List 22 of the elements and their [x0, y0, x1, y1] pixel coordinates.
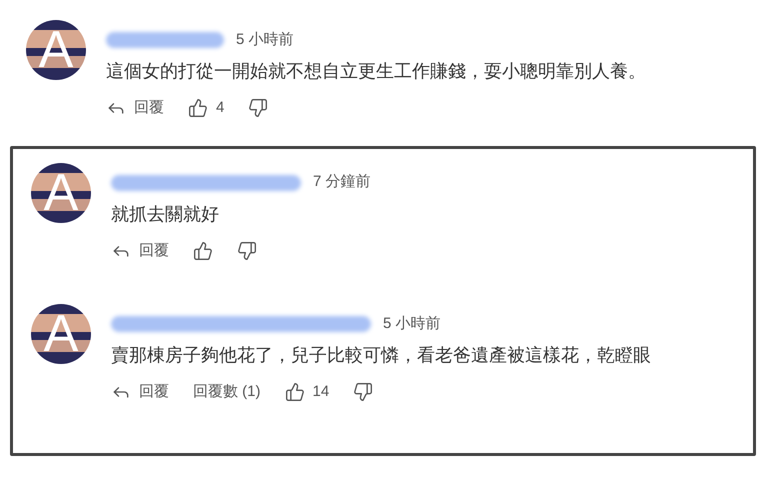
thumbs-up-icon: [284, 382, 304, 402]
comment-text: 這個女的打從一開始就不想自立更生工作賺錢，耍小聰明靠別人養。: [106, 60, 646, 83]
dislike-button[interactable]: [353, 382, 374, 402]
thumbs-up-icon: [188, 98, 208, 118]
thumbs-down-icon: [237, 240, 257, 261]
comment-text: 就抓去關就好: [111, 202, 220, 226]
comment-text: 賣那棟房子夠他花了，兒子比較可憐，看老爸遺產被這樣花，乾瞪眼: [111, 344, 651, 367]
timestamp: 5 小時前: [383, 314, 441, 334]
dislike-button[interactable]: [248, 98, 268, 118]
thumbs-down-icon: [353, 382, 374, 402]
replies-count-button[interactable]: 回覆數 (1): [193, 381, 260, 404]
reply-button[interactable]: 回覆: [111, 240, 169, 262]
like-button[interactable]: 4: [188, 97, 224, 120]
like-button[interactable]: [193, 240, 213, 261]
like-button[interactable]: 14: [284, 381, 330, 404]
timestamp: 5 小時前: [236, 30, 294, 50]
reply-button[interactable]: 回覆: [111, 381, 169, 404]
timestamp: 7 分鐘前: [313, 172, 371, 192]
dislike-button[interactable]: [237, 240, 257, 261]
reply-button[interactable]: 回覆: [106, 97, 164, 120]
thumbs-down-icon: [248, 98, 268, 118]
thumbs-up-icon: [193, 240, 213, 261]
